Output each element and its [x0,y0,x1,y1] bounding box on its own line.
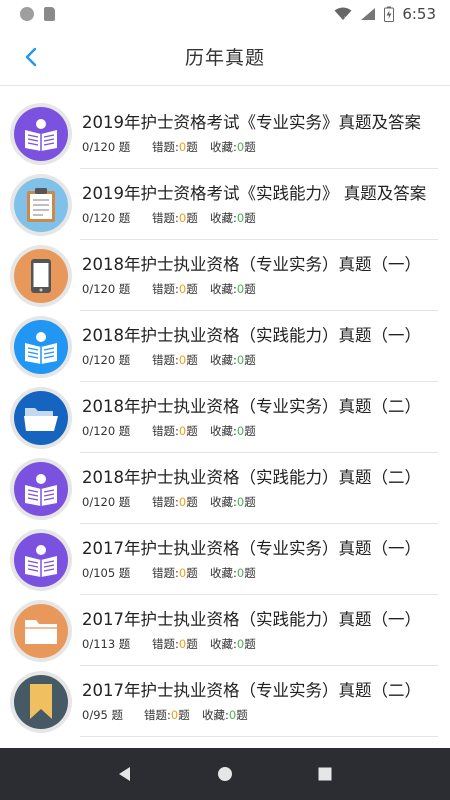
status-bar: x 6:53 [0,0,450,28]
nav-back-button[interactable] [110,759,140,789]
list-item[interactable]: 2018年护士执业资格（实践能力）真题（二） 0/120 题 错题:0题 收藏:… [0,453,450,524]
bookmark-icon [30,683,52,719]
item-title: 2018年护士执业资格（实践能力）真题（二） [82,468,421,487]
book-reader-icon [25,544,57,577]
item-meta: 0/95 题 错题:0题 收藏:0题 [82,708,248,722]
list-item[interactable]: 2017年护士执业资格（实践能力）真题（一） 0/113 题 错题:0题 收藏:… [0,595,450,666]
wrong-label: 错题: [152,495,179,509]
item-meta: 0/120 题 错题:0题 收藏:0题 [82,495,256,509]
avatar [10,315,72,378]
fav-label: 收藏: [210,211,237,225]
item-title: 2019年护士资格考试《专业实务》真题及答案 [82,113,421,132]
list-item[interactable]: 2018年护士执业资格（专业实务）真题（一） 0/120 题 错题:0题 收藏:… [0,240,450,311]
list-item[interactable]: 2018年护士执业资格（专业实务）真题（二） 0/120 题 错题:0题 收藏:… [0,382,450,453]
signal-icon [361,8,376,20]
avatar [10,528,72,591]
item-title: 2017年护士执业资格（专业实务）真题（二） [82,681,421,700]
item-meta: 0/113 题 错题:0题 收藏:0题 [82,637,256,651]
clipboard-icon [27,187,55,222]
item-meta: 0/120 题 错题:0题 收藏:0题 [82,282,256,296]
list-item[interactable]: 2018年护士执业资格（实践能力）真题（一） 0/120 题 错题:0题 收藏:… [0,311,450,382]
avatar [10,173,72,236]
folder-open-icon [24,407,58,431]
wrong-label: 错题: [152,353,179,367]
folder-icon [25,619,57,644]
nav-recents-icon [318,767,332,781]
book-reader-icon [25,331,57,364]
book-reader-icon [25,118,57,151]
wifi-icon: x [334,7,352,21]
question-count: 0/120 题 [82,140,131,154]
item-meta: 0/105 题 错题:0题 收藏:0题 [82,566,256,580]
status-time: 6:53 [402,5,436,23]
avatar [10,244,72,307]
fav-label: 收藏: [210,495,237,509]
item-meta: 0/120 题 错题:0题 收藏:0题 [82,140,256,154]
back-button[interactable] [18,44,44,70]
wrong-label: 错题: [152,424,179,438]
item-meta: 0/120 题 错题:0题 收藏:0题 [82,211,256,225]
question-count: 0/120 题 [82,282,131,296]
item-meta: 0/120 题 错题:0题 收藏:0题 [82,424,256,438]
item-title: 2018年护士执业资格（专业实务）真题（二） [82,397,421,416]
question-count: 0/95 题 [82,708,123,722]
wrong-label: 错题: [152,566,179,580]
question-count: 0/120 题 [82,211,131,225]
list-item[interactable]: 2019年护士资格考试《实践能力》 真题及答案 0/120 题 错题:0题 收藏… [0,169,450,240]
wrong-label: 错题: [152,637,179,651]
item-title: 2017年护士执业资格（实践能力）真题（一） [82,610,421,629]
item-title: 2019年护士资格考试《实践能力》 真题及答案 [82,184,427,203]
avatar [10,670,72,733]
fav-label: 收藏: [202,708,229,722]
nav-recents-button[interactable] [310,759,340,789]
wrong-label: 错题: [152,282,179,296]
item-meta: 0/120 题 错题:0题 收藏:0题 [82,353,256,367]
list-item[interactable]: 2019年护士资格考试《专业实务》真题及答案 0/120 题 错题:0题 收藏:… [0,98,450,169]
page-title: 历年真题 [184,47,265,69]
svg-text:x: x [344,15,348,21]
fav-label: 收藏: [210,424,237,438]
chevron-left-icon [25,47,37,67]
fav-label: 收藏: [210,282,237,296]
avatar [10,102,72,165]
phone-icon [31,258,51,293]
item-title: 2017年护士执业资格（专业实务）真题（一） [82,539,421,558]
question-count: 0/120 题 [82,424,131,438]
fav-label: 收藏: [210,566,237,580]
question-count: 0/113 题 [82,637,131,651]
battery-charging-icon [384,6,395,22]
question-count: 0/105 题 [82,566,131,580]
book-reader-icon [25,473,57,506]
sd-card-icon [44,7,55,21]
question-count: 0/120 题 [82,353,131,367]
nav-back-icon [119,767,130,781]
wrong-label: 错题: [152,140,179,154]
app-bar: 历年真题 [0,28,450,86]
item-title: 2018年护士执业资格（专业实务）真题（一） [82,255,421,274]
wrong-label: 错题: [152,211,179,225]
exam-list: 2019年护士资格考试《专业实务》真题及答案 0/120 题 错题:0题 收藏:… [0,98,450,737]
nav-home-icon [218,767,232,781]
list-item[interactable]: 2017年护士执业资格（专业实务）真题（一） 0/105 题 错题:0题 收藏:… [0,524,450,595]
question-count: 0/120 题 [82,495,131,509]
list-item[interactable]: 2017年护士执业资格（专业实务）真题（二） 0/95 题 错题:0题 收藏:0… [0,666,450,737]
item-title: 2018年护士执业资格（实践能力）真题（一） [82,326,421,345]
system-nav-bar [0,748,450,800]
fav-label: 收藏: [210,140,237,154]
fav-label: 收藏: [210,637,237,651]
notification-dot-icon [20,7,34,21]
avatar [10,386,72,449]
nav-home-button[interactable] [210,759,240,789]
avatar [10,599,72,662]
wrong-label: 错题: [144,708,171,722]
fav-label: 收藏: [210,353,237,367]
avatar [10,457,72,520]
